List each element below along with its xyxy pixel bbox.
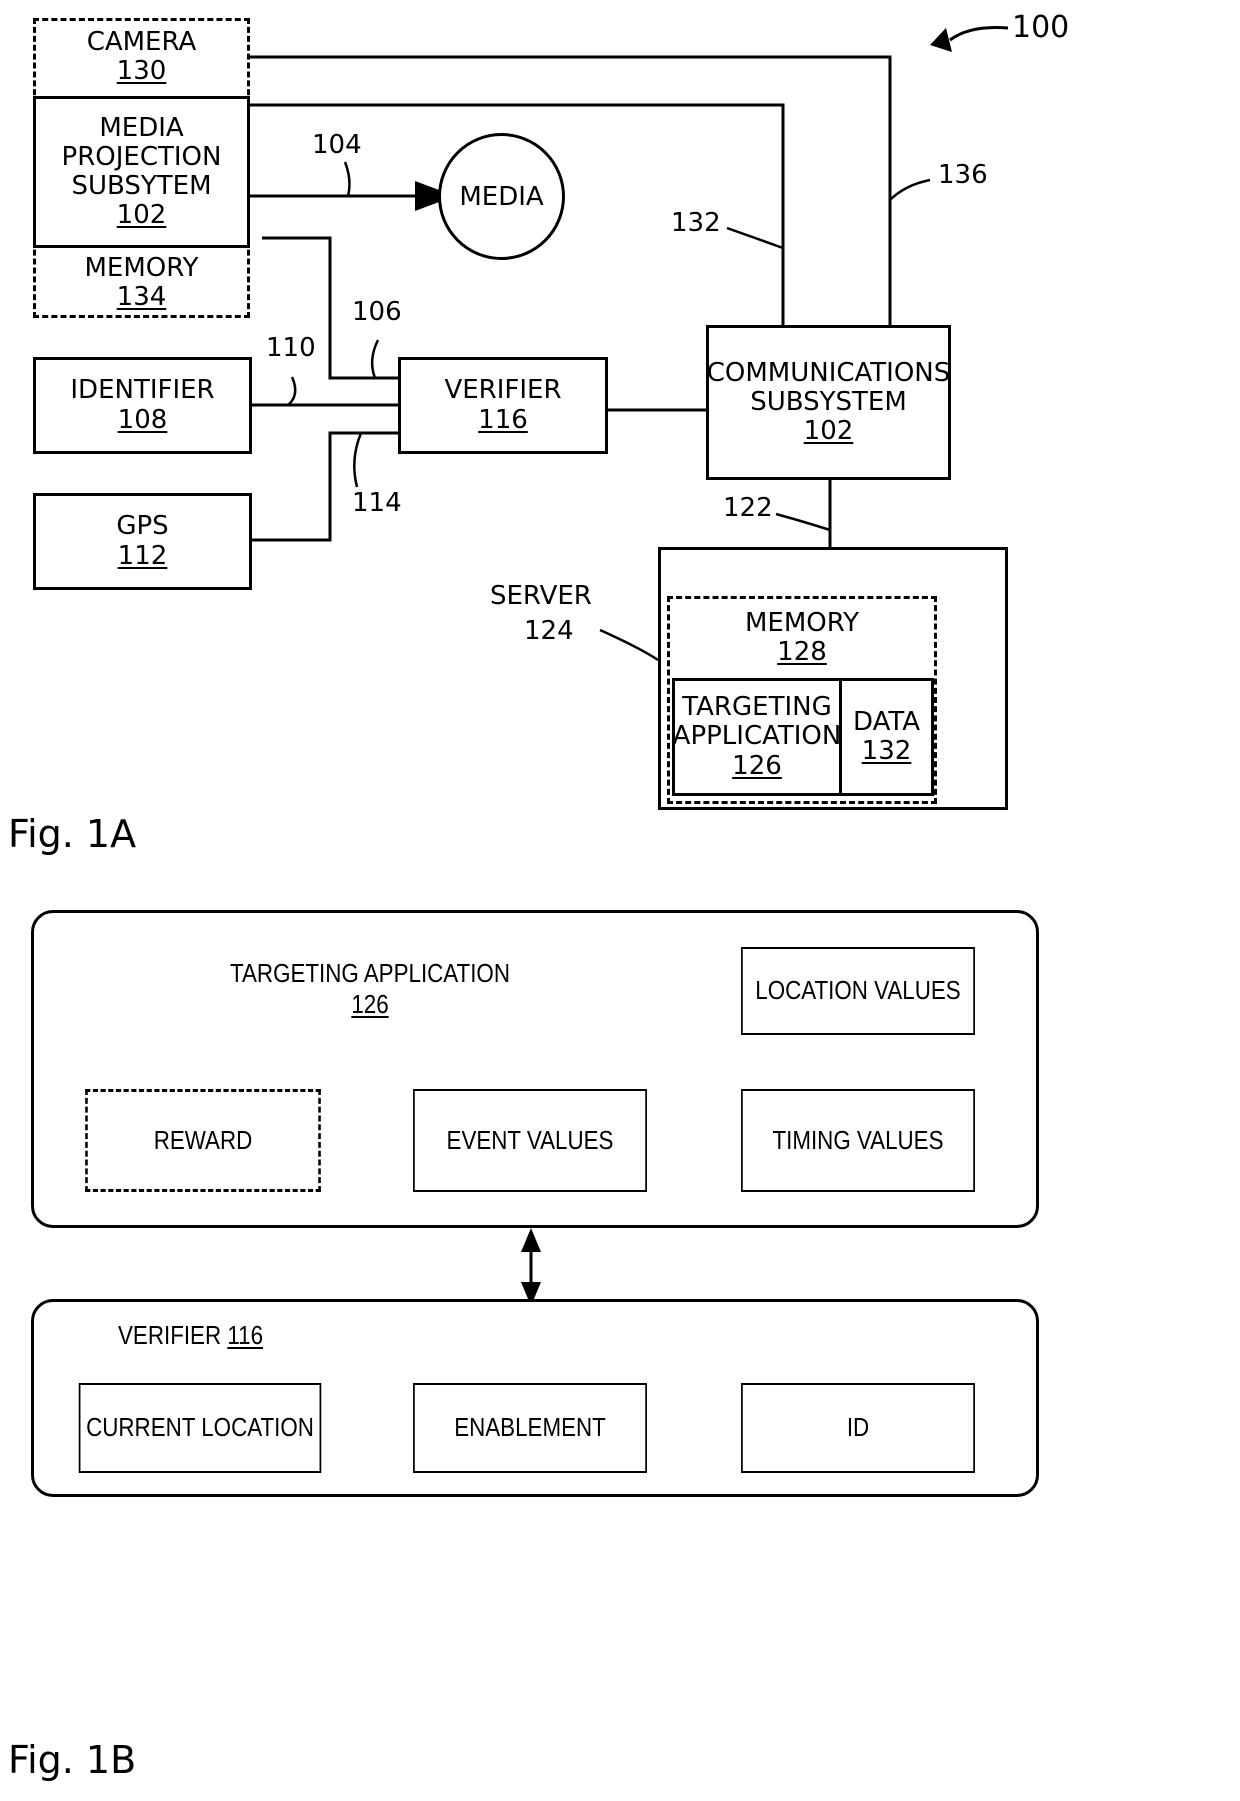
id-box: ID: [741, 1383, 975, 1473]
ref-100: 100: [1012, 10, 1070, 45]
verifier-panel-title-label: VERIFIER: [118, 1320, 222, 1350]
media-projection-line-3: SUBSYTEM: [71, 171, 212, 201]
camera-block: CAMERA 130: [33, 18, 250, 96]
timing-values-label: TIMING VALUES: [772, 1124, 944, 1155]
media-projection-ref: 102: [116, 200, 167, 231]
identifier-label: IDENTIFIER: [70, 375, 215, 406]
data-label: DATA: [853, 706, 920, 737]
device-memory-label: MEMORY: [84, 252, 199, 283]
id-label: ID: [846, 1412, 870, 1443]
current-location-label: CURRENT LOCATION: [86, 1412, 314, 1443]
verifier-panel-title-ref: 116: [227, 1320, 264, 1350]
verifier-ref: 116: [478, 404, 528, 435]
ref-110: 110: [266, 333, 316, 363]
gps-ref: 112: [117, 540, 168, 571]
ref-104: 104: [312, 130, 362, 160]
server-label: SERVER: [490, 581, 592, 611]
media-projection-line-1: MEDIA: [99, 112, 184, 143]
ref-106: 106: [352, 297, 402, 327]
targeting-application-ref: 126: [732, 750, 782, 781]
device-memory-ref: 134: [116, 282, 167, 312]
ref-132-upper: 132: [671, 208, 721, 238]
communications-line-1: COMMUNICATIONS: [706, 357, 951, 388]
figure-1a-caption: Fig. 1A: [8, 812, 137, 856]
gps-block: GPS 112: [33, 493, 252, 590]
enablement-box: ENABLEMENT: [413, 1383, 647, 1473]
reward-label: REWARD: [153, 1124, 253, 1155]
data-ref: 132: [861, 736, 912, 766]
targeting-application-line-2: APPLICATION: [672, 721, 842, 752]
camera-label: CAMERA: [86, 26, 197, 57]
targeting-application-line-1: TARGETING: [682, 692, 832, 723]
communications-line-2: SUBSYSTEM: [750, 386, 907, 417]
location-values-label: LOCATION VALUES: [755, 975, 961, 1006]
verifier-block: VERIFIER 116: [398, 357, 608, 454]
server-ref: 124: [524, 616, 574, 646]
location-values-box: LOCATION VALUES: [741, 947, 975, 1035]
verifier-label: VERIFIER: [444, 375, 562, 406]
device-memory-block: MEMORY 134: [33, 248, 250, 318]
figure-1b-caption: Fig. 1B: [8, 1738, 137, 1782]
current-location-box: CURRENT LOCATION: [78, 1383, 322, 1473]
patent-drawing-sheet: CAMERA 130 MEDIA PROJECTION SUBSYTEM 102…: [0, 0, 1240, 1801]
event-values-box: EVENT VALUES: [413, 1089, 647, 1192]
camera-ref: 130: [116, 56, 167, 86]
media-projection-line-2: PROJECTION: [61, 141, 222, 172]
identifier-block: IDENTIFIER 108: [33, 357, 252, 454]
targeting-application-panel-title: TARGETING APPLICATION 126: [228, 958, 512, 1020]
communications-ref: 102: [803, 416, 854, 447]
ref-114: 114: [352, 488, 402, 518]
media-circle: MEDIA: [438, 133, 565, 260]
data-block: DATA 132: [842, 678, 934, 796]
verifier-panel-title: VERIFIER 116: [118, 1320, 290, 1351]
ref-136: 136: [938, 160, 988, 190]
enablement-label: ENABLEMENT: [454, 1412, 606, 1443]
event-values-label: EVENT VALUES: [446, 1124, 614, 1155]
ref-122: 122: [723, 493, 773, 523]
targeting-application-panel-title-label: TARGETING APPLICATION: [230, 958, 510, 988]
media-projection-subsystem-block: MEDIA PROJECTION SUBSYTEM 102: [33, 96, 250, 248]
gps-label: GPS: [116, 511, 169, 542]
targeting-application-panel-title-ref: 126: [351, 989, 389, 1020]
identifier-ref: 108: [117, 404, 168, 435]
server-memory-ref: 128: [777, 637, 827, 668]
server-memory-label: MEMORY: [744, 608, 860, 638]
reward-box: REWARD: [85, 1089, 321, 1192]
media-label: MEDIA: [459, 181, 544, 212]
communications-subsystem-block: COMMUNICATIONS SUBSYSTEM 102: [706, 325, 951, 480]
targeting-application-block: TARGETING APPLICATION 126: [672, 678, 842, 796]
timing-values-box: TIMING VALUES: [741, 1089, 975, 1192]
